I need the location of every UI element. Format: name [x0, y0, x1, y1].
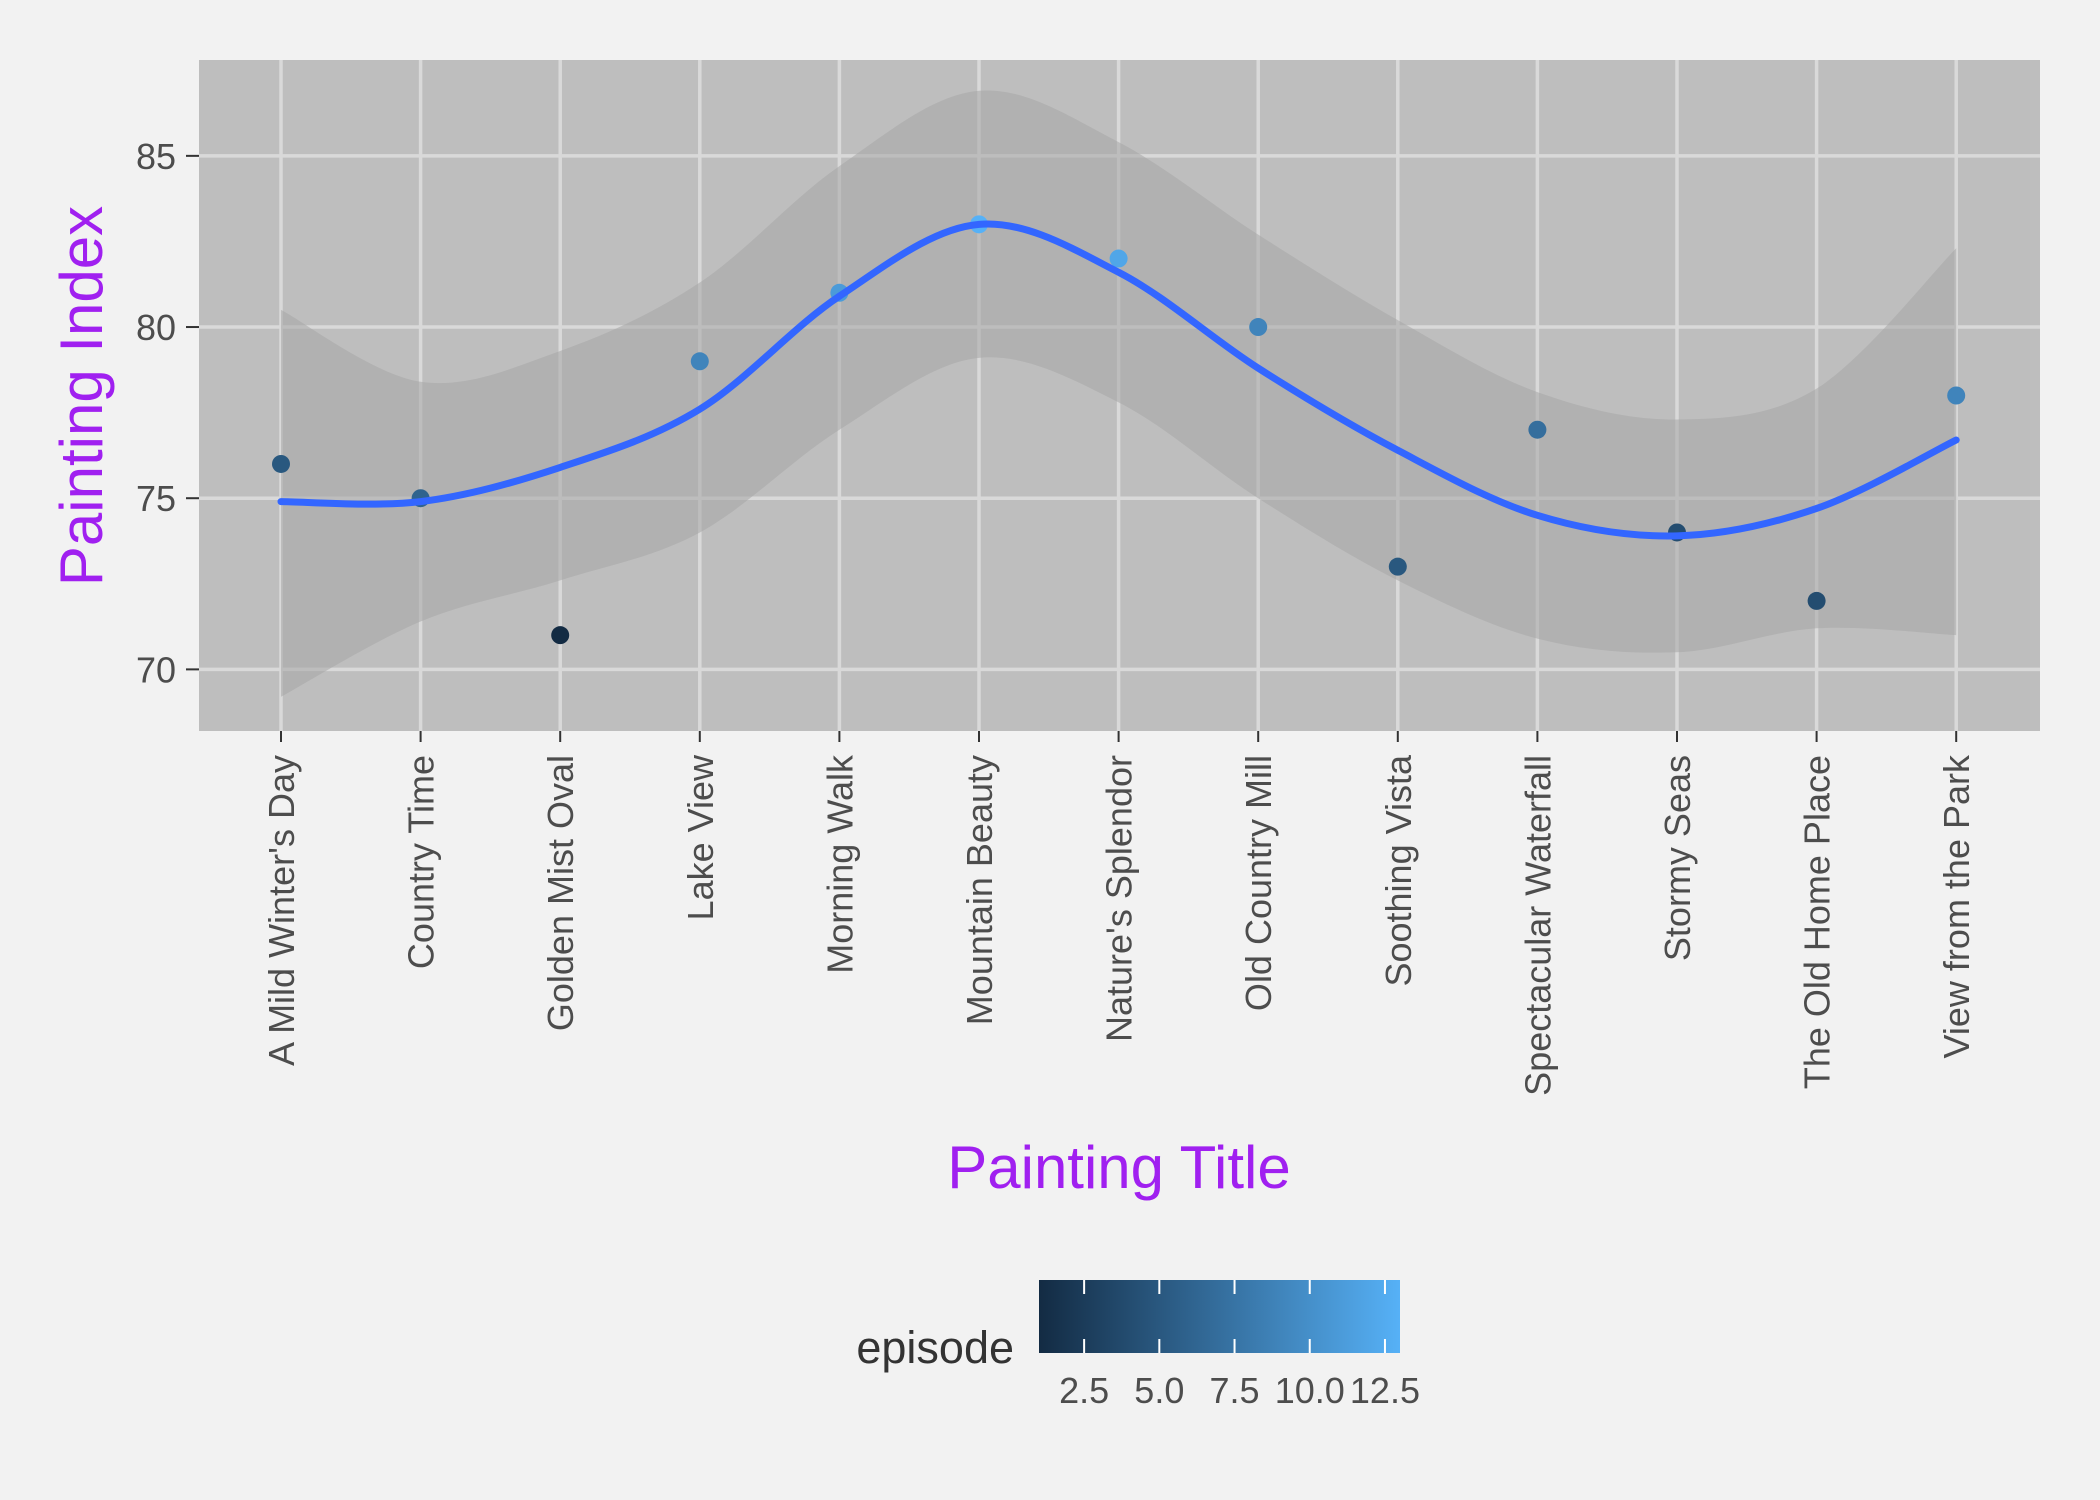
x-tick-label: Golden Mist Oval [540, 755, 581, 1031]
x-tick-label: Morning Walk [819, 754, 860, 974]
x-tick-label: Lake View [680, 754, 721, 920]
legend-tick-label: 12.5 [1350, 1370, 1420, 1411]
x-tick-label: A Mild Winter's Day [261, 755, 302, 1066]
x-tick-label: Mountain Beauty [959, 755, 1000, 1025]
data-point [551, 626, 570, 645]
data-point [1947, 386, 1966, 405]
data-point [272, 454, 290, 473]
y-tick-label: 75 [136, 478, 176, 519]
y-tick-label: 80 [136, 307, 176, 348]
x-tick-label: The Old Home Place [1797, 755, 1838, 1089]
y-axis-ticks: 70 75 80 85 [136, 136, 199, 690]
x-tick-label: Stormy Seas [1657, 755, 1698, 961]
y-axis-title: Painting Index [48, 206, 115, 586]
legend-tick-label: 5.0 [1134, 1370, 1184, 1411]
chart: 70 75 80 85 A Mild Winter's Day Country Time… [0, 0, 2100, 1500]
x-tick-label: View from the Park [1936, 754, 1977, 1058]
legend: episode 2.5 5.0 7.5 10.0 12.5 [856, 1280, 1420, 1411]
y-tick-label: 85 [136, 136, 176, 177]
x-tick-label: Old Country Mill [1238, 755, 1279, 1011]
x-axis-ticks: A Mild Winter's Day Country Time Golden Mi… [261, 731, 1977, 1096]
data-point [1109, 249, 1128, 268]
x-tick-label: Nature's Splendor [1099, 755, 1140, 1042]
data-point [1528, 420, 1547, 439]
x-tick-label: Country Time [401, 755, 442, 969]
y-tick-label: 70 [136, 649, 176, 690]
data-point [1807, 591, 1826, 610]
legend-colorbar [1039, 1280, 1400, 1353]
legend-tick-label: 7.5 [1210, 1370, 1260, 1411]
legend-tick-label: 10.0 [1275, 1370, 1345, 1411]
legend-title: episode [856, 1322, 1014, 1373]
data-point [1388, 557, 1407, 576]
x-tick-label: Spectacular Waterfall [1517, 755, 1558, 1096]
chart-svg: 70 75 80 85 A Mild Winter's Day Country Time… [48, 60, 2040, 1411]
x-tick-label: Soothing Vista [1378, 754, 1419, 986]
data-point [690, 352, 709, 371]
x-axis-title: Painting Title [947, 1134, 1291, 1201]
data-point [1249, 318, 1268, 337]
legend-tick-label: 2.5 [1059, 1370, 1109, 1411]
